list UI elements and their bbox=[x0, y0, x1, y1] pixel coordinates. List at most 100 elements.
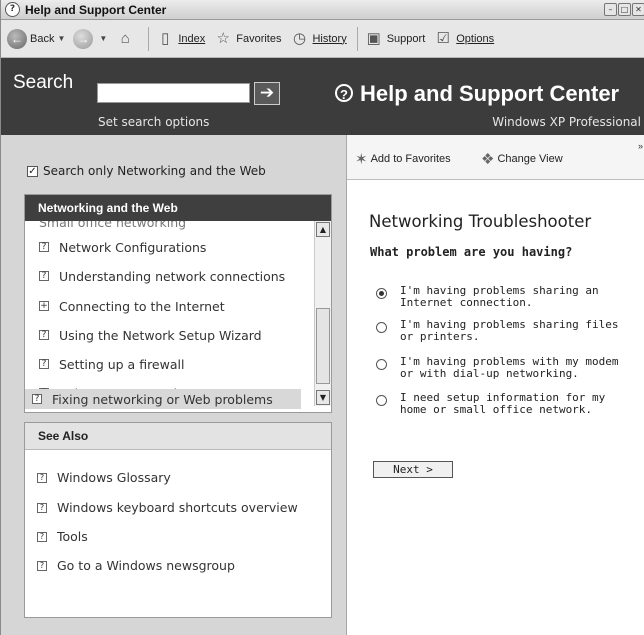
toolbar-overflow-chevron-icon[interactable]: » bbox=[638, 141, 643, 151]
see-also-link[interactable]: ? Go to a Windows newsgroup bbox=[37, 558, 235, 573]
tree-item-label: Setting up a firewall bbox=[59, 356, 185, 372]
history-clock-icon: ◷ bbox=[292, 29, 307, 47]
search-scope-label[interactable]: Search only Networking and the Web bbox=[43, 164, 266, 178]
option-radio[interactable] bbox=[376, 322, 387, 333]
back-label: Back bbox=[30, 32, 55, 45]
expand-plus-icon[interactable]: + bbox=[39, 301, 49, 311]
search-header: Search ➔ Set search options ? Help and Su… bbox=[1, 58, 644, 135]
brand-title-text: Help and Support Center bbox=[360, 81, 620, 106]
home-button[interactable]: ⌂ bbox=[115, 29, 138, 49]
main-toolbar: ← Back ▼ → ▼ ⌂ ▯ Index ☆ Favorites ◷ His… bbox=[1, 20, 644, 58]
see-also-label: Windows keyboard shortcuts overview bbox=[57, 500, 298, 515]
options-button[interactable]: ☑ Options bbox=[433, 29, 495, 49]
back-arrow-icon: ← bbox=[7, 28, 27, 49]
support-button[interactable]: ▣ Support bbox=[364, 29, 426, 49]
favorites-button[interactable]: ☆ Favorites bbox=[213, 29, 282, 49]
windows-edition: Windows XP Professional bbox=[492, 115, 641, 129]
help-icon: ? bbox=[335, 84, 353, 102]
change-view-button[interactable]: ❖ Change View bbox=[481, 150, 563, 168]
back-dropdown-icon[interactable]: ▼ bbox=[57, 34, 65, 43]
history-button[interactable]: ◷ History bbox=[289, 29, 347, 49]
topic-page-icon: ? bbox=[39, 359, 49, 369]
add-to-favorites-button[interactable]: ✶ Add to Favorites bbox=[355, 150, 451, 168]
content-toolbar: ✶ Add to Favorites ❖ Change View » bbox=[347, 135, 644, 180]
forward-button[interactable]: → ▼ bbox=[73, 28, 107, 49]
topic-page-icon: ? bbox=[37, 472, 47, 483]
set-search-options-link[interactable]: Set search options bbox=[98, 115, 209, 129]
help-app-icon: ? bbox=[5, 2, 20, 17]
option-radio[interactable] bbox=[376, 359, 387, 370]
search-scope-checkbox[interactable]: ✓ bbox=[27, 166, 38, 177]
title-bar: ? Help and Support Center – □ ✕ bbox=[1, 0, 644, 20]
topics-tree: Small office networking ? Network Configu… bbox=[25, 221, 315, 407]
option-radio[interactable] bbox=[376, 288, 387, 299]
tree-item-label: Network Configurations bbox=[59, 239, 207, 255]
tree-item[interactable]: ? Network Configurations bbox=[39, 237, 206, 257]
tree-item[interactable]: Small office networking bbox=[39, 221, 186, 232]
add-to-favorites-label: Add to Favorites bbox=[370, 153, 451, 165]
home-icon: ⌂ bbox=[120, 29, 130, 47]
see-also-link[interactable]: ? Windows Glossary bbox=[37, 470, 171, 485]
problem-option[interactable]: I'm having problems sharing files or pri… bbox=[376, 319, 630, 343]
tree-item[interactable]: + Connecting to the Internet bbox=[39, 296, 225, 316]
see-also-label: Windows Glossary bbox=[57, 470, 171, 485]
topic-page-icon: ? bbox=[37, 502, 47, 513]
search-label: Search bbox=[13, 72, 74, 93]
scroll-down-arrow[interactable]: ▼ bbox=[316, 390, 330, 405]
option-label: I need setup information for my home or … bbox=[400, 391, 612, 416]
options-checklist-icon: ☑ bbox=[436, 29, 450, 47]
topics-header: Networking and the Web bbox=[25, 195, 331, 221]
next-button[interactable]: Next > bbox=[373, 461, 453, 478]
see-also-header: See Also bbox=[25, 423, 331, 450]
history-label: History bbox=[312, 32, 347, 45]
topics-panel: Networking and the Web Small office netw… bbox=[24, 194, 332, 413]
tree-item-label: Understanding network connections bbox=[59, 268, 286, 284]
search-go-button[interactable]: ➔ bbox=[254, 82, 280, 105]
content-pane: ✶ Add to Favorites ❖ Change View » bbox=[347, 135, 644, 635]
topic-page-icon: ? bbox=[37, 531, 47, 542]
option-label: I'm having problems with my modem or wit… bbox=[400, 355, 626, 380]
topics-scrollbar[interactable]: ▲ ▼ bbox=[314, 221, 331, 406]
problem-option[interactable]: I need setup information for my home or … bbox=[376, 392, 630, 416]
options-label: Options bbox=[456, 32, 495, 45]
option-label: I'm having problems sharing an Internet … bbox=[400, 284, 606, 309]
see-also-link[interactable]: ? Tools bbox=[37, 529, 88, 544]
add-favorite-star-icon: ✶ bbox=[355, 151, 368, 168]
star-icon: ☆ bbox=[216, 29, 230, 47]
scroll-thumb[interactable] bbox=[316, 308, 330, 384]
maximize-button[interactable]: □ bbox=[618, 3, 631, 16]
topic-page-icon: ? bbox=[39, 242, 49, 252]
tree-item-selected[interactable]: ? Fixing networking or Web problems bbox=[25, 389, 301, 409]
see-also-label: Go to a Windows newsgroup bbox=[57, 558, 235, 573]
problem-option[interactable]: I'm having problems sharing an Internet … bbox=[376, 285, 630, 309]
option-label: I'm having problems sharing files or pri… bbox=[400, 318, 626, 343]
tree-item-label: Fixing networking or Web problems bbox=[52, 391, 273, 407]
tree-item[interactable]: ? Understanding network connections bbox=[39, 266, 285, 286]
problem-option[interactable]: I'm having problems with my modem or wit… bbox=[376, 356, 630, 380]
minimize-button[interactable]: – bbox=[604, 3, 617, 16]
tree-item[interactable]: ? Using the Network Setup Wizard bbox=[39, 325, 262, 345]
search-input[interactable] bbox=[97, 83, 250, 103]
index-label: Index bbox=[178, 32, 206, 45]
toolbar-separator bbox=[356, 26, 358, 51]
tree-item-label: Using the Network Setup Wizard bbox=[59, 327, 262, 343]
forward-dropdown-icon[interactable]: ▼ bbox=[99, 34, 107, 43]
question-heading: What problem are you having? bbox=[370, 245, 573, 259]
change-view-icon: ❖ bbox=[481, 151, 495, 168]
see-also-panel: See Also bbox=[24, 422, 332, 618]
brand-title: ? Help and Support Center bbox=[335, 81, 619, 107]
topic-page-icon: ? bbox=[39, 271, 49, 281]
close-button[interactable]: ✕ bbox=[632, 3, 644, 16]
tree-item-label: Small office networking bbox=[39, 221, 187, 230]
window-title: Help and Support Center bbox=[25, 2, 167, 17]
topic-page-icon: ? bbox=[32, 394, 42, 404]
scroll-up-arrow[interactable]: ▲ bbox=[316, 222, 330, 237]
index-button[interactable]: ▯ Index bbox=[155, 29, 205, 49]
option-radio[interactable] bbox=[376, 395, 387, 406]
topic-page-icon: ? bbox=[39, 330, 49, 340]
back-button[interactable]: ← Back ▼ bbox=[7, 28, 65, 49]
support-label: Support bbox=[386, 32, 426, 45]
favorites-label: Favorites bbox=[236, 32, 282, 45]
see-also-link[interactable]: ? Windows keyboard shortcuts overview bbox=[37, 500, 298, 515]
tree-item[interactable]: ? Setting up a firewall bbox=[39, 354, 184, 374]
